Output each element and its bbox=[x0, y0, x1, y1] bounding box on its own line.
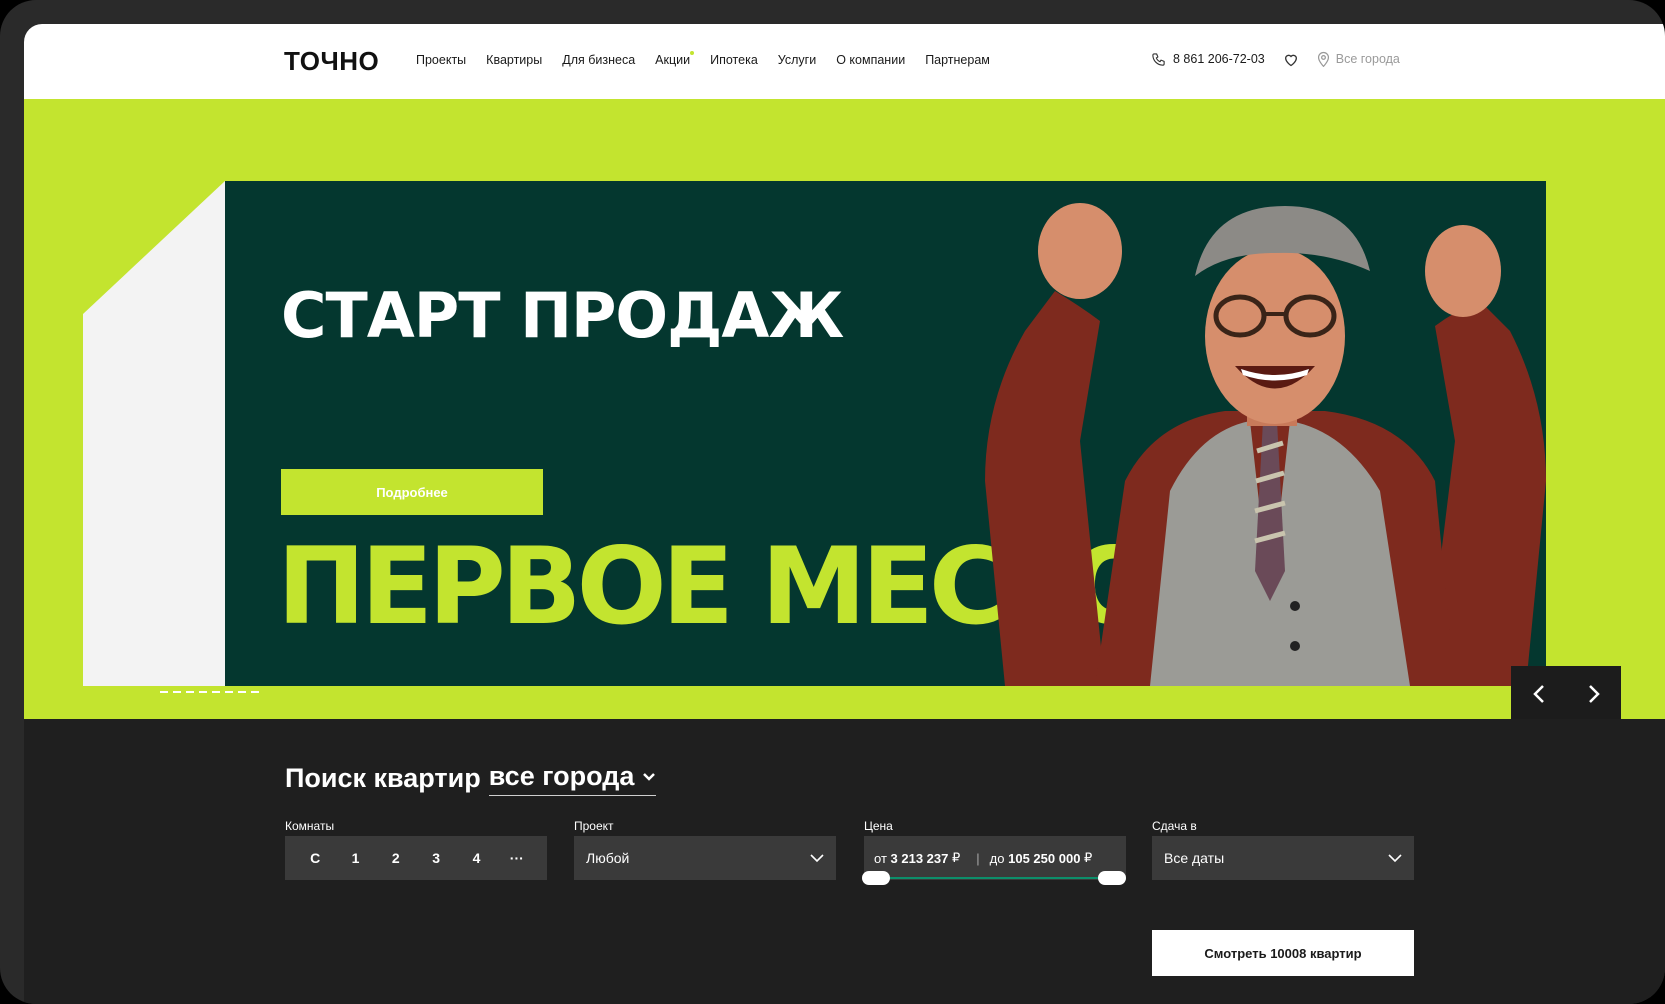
show-apartments-button[interactable]: Смотреть 10008 квартир bbox=[1152, 930, 1414, 976]
city-label: Все города bbox=[1335, 52, 1400, 66]
decorative-shape bbox=[83, 181, 225, 686]
chevron-down-icon bbox=[643, 772, 656, 781]
price-to-prefix: до bbox=[989, 850, 1005, 866]
nav-item-promotions-label: Акции bbox=[655, 53, 691, 67]
chevron-down-icon bbox=[810, 853, 824, 862]
rooms-selector: С 1 2 3 4 ··· bbox=[285, 836, 547, 880]
room-option-studio[interactable]: С bbox=[300, 850, 330, 866]
delivery-label: Сдача в bbox=[1152, 819, 1197, 833]
phone-number: 8 861 206-72-03 bbox=[1173, 52, 1265, 66]
nav-item-promotions[interactable]: Акции bbox=[655, 51, 695, 67]
device-frame: ТОЧНО Проекты Квартиры Для бизнеса Акции… bbox=[0, 0, 1665, 1004]
currency-sign: ₽ bbox=[952, 850, 961, 865]
city-dropdown-value: все города bbox=[488, 761, 635, 791]
nav-item-apartments[interactable]: Квартиры bbox=[486, 53, 542, 67]
price-min-handle[interactable] bbox=[862, 871, 890, 885]
phone-icon bbox=[1151, 52, 1166, 67]
more-button[interactable]: Подробнее bbox=[281, 469, 543, 515]
banner-title: СТАРТ ПРОДАЖ bbox=[281, 279, 844, 352]
delivery-date-select[interactable]: Все даты bbox=[1152, 836, 1414, 880]
browser-screen: ТОЧНО Проекты Квартиры Для бизнеса Акции… bbox=[24, 24, 1665, 1004]
price-label: Цена bbox=[864, 819, 893, 833]
price-from-prefix: от bbox=[874, 850, 887, 866]
price-range-fields[interactable]: от 3 213 237 ₽ | до 105 250 000 ₽ bbox=[864, 836, 1126, 880]
nav-item-about[interactable]: О компании bbox=[836, 53, 905, 67]
apartment-search: Поиск квартир все города Комнаты С 1 2 3… bbox=[24, 719, 1665, 1004]
price-slider-track bbox=[864, 877, 1126, 879]
chevron-right-icon bbox=[1588, 685, 1600, 703]
slider-next-button[interactable] bbox=[1566, 666, 1621, 722]
search-heading: Поиск квартир все города bbox=[285, 761, 657, 796]
room-option-2[interactable]: 2 bbox=[381, 850, 411, 866]
site-header: ТОЧНО Проекты Квартиры Для бизнеса Акции… bbox=[24, 24, 1665, 99]
city-dropdown[interactable]: все города bbox=[488, 761, 657, 796]
room-option-3[interactable]: 3 bbox=[421, 850, 451, 866]
nav-item-mortgage[interactable]: Ипотека bbox=[710, 53, 758, 67]
nav-item-projects[interactable]: Проекты bbox=[416, 53, 466, 67]
price-from-value: 3 213 237 bbox=[890, 850, 949, 866]
chevron-down-icon bbox=[1388, 853, 1402, 862]
hero-person-image bbox=[985, 203, 1546, 686]
main-nav: Проекты Квартиры Для бизнеса Акции Ипоте… bbox=[416, 51, 990, 67]
slider-controls bbox=[1511, 666, 1621, 722]
nav-item-services[interactable]: Услуги bbox=[778, 53, 816, 67]
promo-banner[interactable]: СТАРТ ПРОДАЖ Подробнее ПЕРВОЕ МЕСТО bbox=[225, 181, 1546, 686]
room-option-more[interactable]: ··· bbox=[502, 850, 532, 866]
logo[interactable]: ТОЧНО bbox=[284, 46, 379, 77]
city-selector[interactable]: Все города bbox=[1317, 51, 1400, 67]
rooms-label: Комнаты bbox=[285, 819, 335, 833]
search-title: Поиск квартир bbox=[285, 763, 481, 793]
slider-prev-button[interactable] bbox=[1511, 666, 1566, 722]
header-contacts: 8 861 206-72-03 Все города bbox=[1151, 51, 1400, 67]
delivery-date-value: Все даты bbox=[1164, 850, 1225, 866]
price-max-handle[interactable] bbox=[1098, 871, 1126, 885]
location-pin-icon bbox=[1317, 51, 1330, 67]
currency-sign: ₽ bbox=[1084, 850, 1093, 865]
project-select-value: Любой bbox=[586, 850, 630, 866]
price-to-value: 105 250 000 bbox=[1008, 850, 1081, 866]
new-indicator-dot bbox=[690, 51, 695, 55]
chevron-left-icon bbox=[1532, 685, 1544, 703]
heart-icon[interactable] bbox=[1283, 52, 1299, 67]
slider-pagination[interactable] bbox=[160, 691, 259, 693]
hero-section: СТАРТ ПРОДАЖ Подробнее ПЕРВОЕ МЕСТО bbox=[24, 99, 1665, 722]
nav-item-partners[interactable]: Партнерам bbox=[925, 53, 990, 67]
room-option-4[interactable]: 4 bbox=[461, 850, 491, 866]
project-label: Проект bbox=[574, 819, 614, 833]
room-option-1[interactable]: 1 bbox=[340, 850, 370, 866]
project-select[interactable]: Любой bbox=[574, 836, 836, 880]
phone-link[interactable]: 8 861 206-72-03 bbox=[1151, 52, 1265, 67]
nav-item-business[interactable]: Для бизнеса bbox=[562, 53, 635, 67]
